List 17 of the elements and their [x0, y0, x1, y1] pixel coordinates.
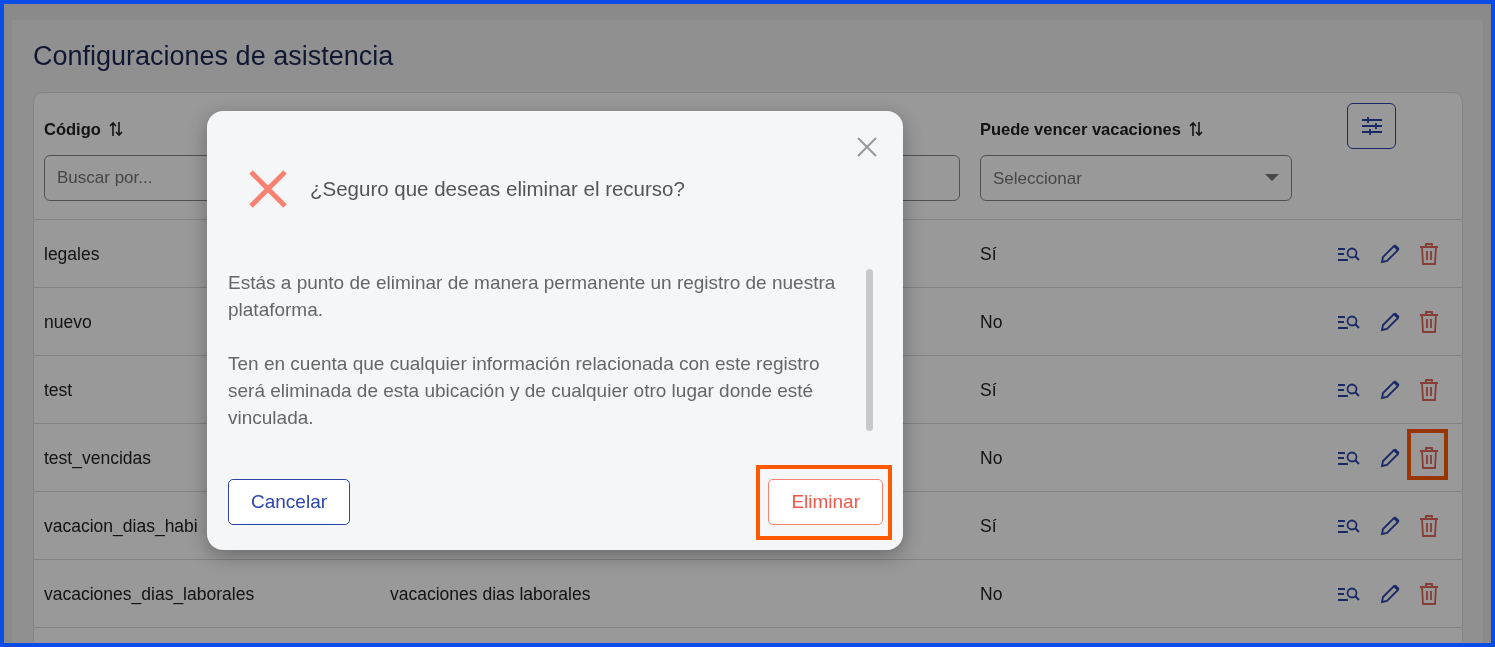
table-cell: Sí [980, 515, 997, 536]
table-cell: nuevo [44, 311, 92, 332]
table-cell: No [980, 583, 1003, 604]
table-cell: test [44, 379, 73, 400]
table-cell: Sí [980, 379, 997, 400]
table-cell: vacacion_dias_habi [44, 515, 198, 536]
table-cell: test_vencidas [44, 447, 151, 468]
table-cell: legales [44, 243, 100, 264]
table-cell: No [980, 311, 1003, 332]
table-cell: Sí [980, 243, 997, 264]
dialog-title: ¿Seguro que deseas eliminar el recurso? [310, 175, 685, 202]
table-cell: No [980, 447, 1003, 468]
page-title: Configuraciones de asistencia [33, 40, 395, 73]
dialog-message: Ten en cuenta que cualquier información relacionada con este registro será eliminada de esta ubicación y de cualquier otro lugar donde esté vinculada. [228, 352, 821, 430]
table-cell: vacaciones dias laborales [390, 583, 591, 604]
dialog-message: Estás a punto de eliminar de manera permanente un registro de nuestra plataforma. [228, 271, 837, 322]
table-cell: vacaciones_dias_laborales [44, 583, 255, 604]
